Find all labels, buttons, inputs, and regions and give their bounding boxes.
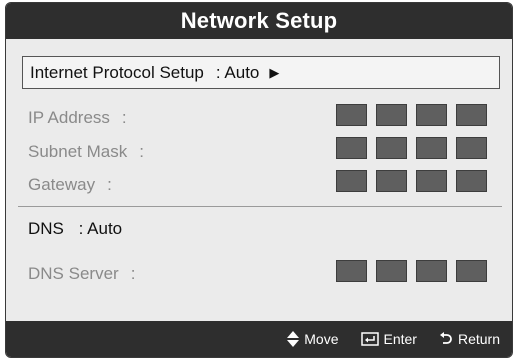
gateway-octet xyxy=(376,170,407,192)
dialog-title: Network Setup xyxy=(180,8,338,33)
dns-server-fields xyxy=(336,260,487,282)
subnet-mask-row: Subnet Mask: xyxy=(28,142,144,161)
dns-label: DNS xyxy=(28,219,64,238)
subnet-mask-label: Subnet Mask xyxy=(28,142,128,161)
enter-label: Enter xyxy=(383,331,417,347)
internet-protocol-setup-value: : Auto xyxy=(215,62,260,82)
dns-value: : Auto xyxy=(78,219,123,238)
internet-protocol-setup-row[interactable]: Internet Protocol Setup : Auto ▶ xyxy=(22,56,500,89)
title-bar: Network Setup xyxy=(6,3,512,39)
up-down-icon xyxy=(287,331,300,347)
gateway-fields xyxy=(336,170,487,192)
subnet-mask-fields xyxy=(336,137,487,159)
dns-row[interactable]: DNS : Auto xyxy=(28,219,122,239)
subnet-mask-octet xyxy=(336,137,367,159)
dns-server-octet xyxy=(416,260,447,282)
ip-address-fields xyxy=(336,104,487,126)
internet-protocol-setup-label: Internet Protocol Setup xyxy=(30,62,204,82)
divider xyxy=(18,206,502,207)
ip-address-octet xyxy=(376,104,407,126)
ip-address-octet xyxy=(336,104,367,126)
network-setup-dialog: Network Setup Internet Protocol Setup : … xyxy=(5,2,513,358)
button-guide-bar: Move Enter Return xyxy=(6,321,512,357)
dns-server-octet xyxy=(376,260,407,282)
enter-icon xyxy=(360,332,379,346)
gateway-octet xyxy=(416,170,447,192)
return-hint: Return xyxy=(439,331,500,347)
dns-server-row: DNS Server: xyxy=(28,264,136,283)
gateway-octet xyxy=(336,170,367,192)
move-label: Move xyxy=(304,331,339,347)
dns-server-octet xyxy=(336,260,367,282)
dns-server-label: DNS Server xyxy=(28,264,119,283)
ip-address-label: IP Address xyxy=(28,108,110,127)
subnet-mask-octet xyxy=(456,137,487,159)
ip-address-octet xyxy=(456,104,487,126)
enter-hint: Enter xyxy=(360,331,417,347)
return-label: Return xyxy=(457,331,500,347)
return-icon xyxy=(439,332,453,346)
right-arrow-icon: ▶ xyxy=(269,64,280,80)
subnet-mask-octet xyxy=(416,137,447,159)
subnet-mask-octet xyxy=(376,137,407,159)
ip-address-row: IP Address: xyxy=(28,108,127,127)
move-hint: Move xyxy=(287,331,339,347)
gateway-label: Gateway xyxy=(28,175,96,194)
gateway-row: Gateway: xyxy=(28,175,112,194)
dns-server-octet xyxy=(456,260,487,282)
gateway-octet xyxy=(456,170,487,192)
ip-address-octet xyxy=(416,104,447,126)
